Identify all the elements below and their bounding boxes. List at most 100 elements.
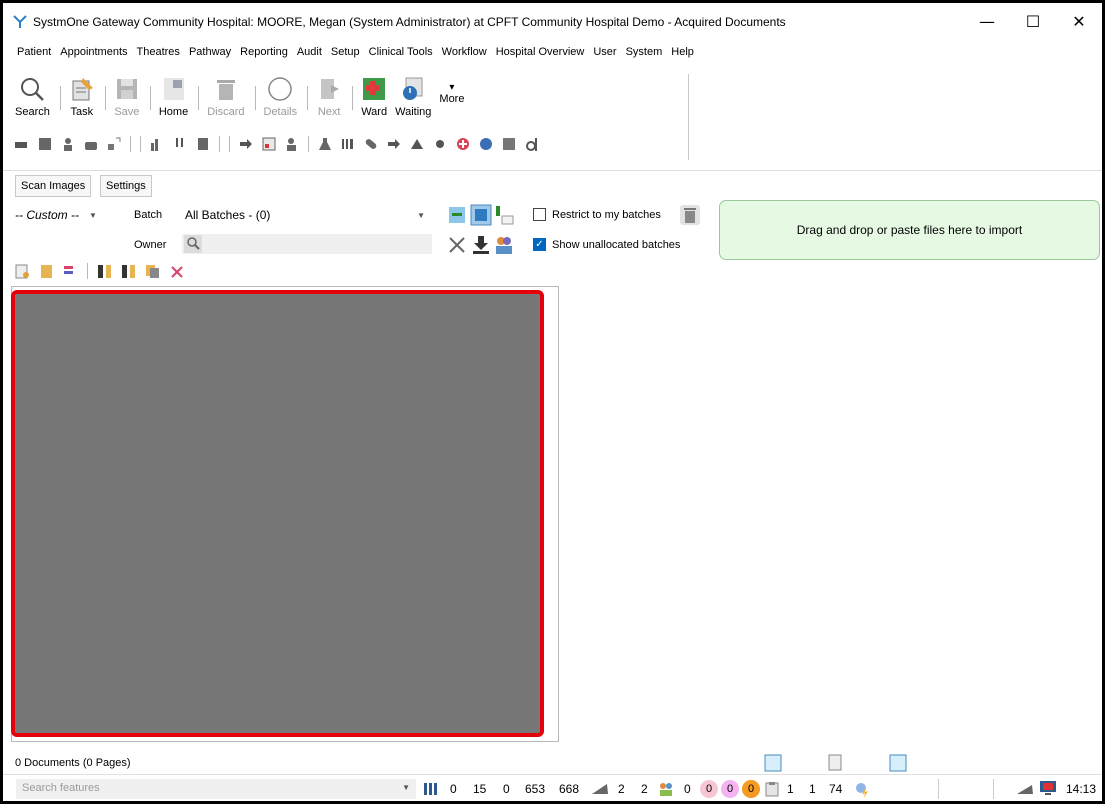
move-document-icon[interactable] <box>63 264 78 279</box>
add-batch-icon[interactable] <box>446 204 468 226</box>
toolbar-divider <box>352 86 354 110</box>
task-button[interactable]: Task <box>69 76 95 118</box>
ward-button[interactable]: Ward <box>361 76 387 118</box>
download-icon[interactable] <box>470 234 492 256</box>
triangle-icon[interactable] <box>410 137 424 151</box>
menu-system[interactable]: System <box>626 46 663 58</box>
next-button[interactable]: Next <box>316 76 342 118</box>
toolbar-divider <box>104 86 106 110</box>
show-unallocated-checkbox-box[interactable]: ✓ <box>533 238 546 251</box>
staff-icon[interactable] <box>285 137 299 151</box>
person-icon[interactable] <box>61 137 75 151</box>
pink-badge-1[interactable]: 0 <box>700 780 718 798</box>
maximize-button[interactable]: ☐ <box>1010 3 1056 40</box>
tab-strip: Scan Images Settings <box>3 170 1102 198</box>
clipboard-icon[interactable] <box>765 781 779 797</box>
more-button[interactable]: ▾ More <box>439 82 464 105</box>
weather-icon[interactable] <box>854 780 872 798</box>
import-icon[interactable] <box>889 754 907 772</box>
chart-icon[interactable] <box>150 137 164 151</box>
phone-icon[interactable] <box>84 137 98 151</box>
save-button[interactable]: Save <box>114 76 140 118</box>
bars-icon[interactable] <box>423 781 439 797</box>
tab-scan-images[interactable]: Scan Images <box>15 175 92 197</box>
waiting-icon <box>403 77 423 100</box>
toolbar-divider <box>229 136 230 152</box>
menu-reporting[interactable]: Reporting <box>240 46 288 58</box>
owner-field[interactable] <box>182 234 432 254</box>
dot-icon[interactable] <box>433 137 447 151</box>
view-document-icon[interactable] <box>15 264 30 279</box>
menu-hospital-overview[interactable]: Hospital Overview <box>496 46 585 58</box>
monitor-icon[interactable] <box>1039 780 1057 796</box>
search-icon[interactable] <box>184 235 202 253</box>
menu-user[interactable]: User <box>593 46 616 58</box>
close-button[interactable]: ✕ <box>1056 3 1102 40</box>
menu-workflow[interactable]: Workflow <box>442 46 487 58</box>
show-unallocated-batches-checkbox[interactable]: ✓ Show unallocated batches <box>533 238 680 251</box>
status-count-1: 0 <box>450 782 457 796</box>
merge-icon[interactable] <box>121 264 136 279</box>
flask-icon[interactable] <box>318 137 332 151</box>
menu-audit[interactable]: Audit <box>297 46 322 58</box>
search-features-input[interactable]: Search features ▼ <box>16 779 416 799</box>
discard-label: Discard <box>207 106 245 118</box>
sort-abc-icon[interactable] <box>493 204 515 226</box>
ambulance-icon[interactable] <box>15 137 29 151</box>
clear-icon[interactable] <box>446 234 468 256</box>
menu-patient[interactable]: Patient <box>17 46 51 58</box>
search-button[interactable]: Search <box>15 76 50 118</box>
scanner-small-icon[interactable] <box>1016 783 1034 795</box>
delete-batch-icon[interactable] <box>679 204 701 226</box>
orange-badge[interactable]: 0 <box>742 780 760 798</box>
restrict-to-my-batches-checkbox[interactable]: Restrict to my batches <box>533 208 661 221</box>
view-filter-select[interactable]: -- Custom -- ▼ <box>15 208 97 222</box>
users-icon[interactable] <box>493 234 515 256</box>
url-icon[interactable] <box>479 137 493 151</box>
home-button[interactable]: Home <box>159 76 188 118</box>
menu-bar: Patient Appointments Theatres Pathway Re… <box>3 40 1102 64</box>
tab-settings[interactable]: Settings <box>100 175 152 197</box>
discard-button[interactable]: Discard <box>207 76 245 118</box>
group-icon[interactable] <box>658 781 674 797</box>
minimize-button[interactable]: — <box>964 3 1010 40</box>
batch-list-icon[interactable] <box>470 204 492 226</box>
toolbar-divider <box>140 136 141 152</box>
pages-icon[interactable] <box>39 264 54 279</box>
document-view-icon[interactable] <box>827 754 845 772</box>
menu-help[interactable]: Help <box>671 46 694 58</box>
barcode-icon[interactable] <box>341 137 355 151</box>
document-icon[interactable] <box>196 137 210 151</box>
delete-pages-icon[interactable] <box>169 264 184 279</box>
expand-icon[interactable] <box>107 137 121 151</box>
details-button[interactable]: Details <box>264 76 297 118</box>
restrict-checkbox-box[interactable] <box>533 208 546 221</box>
copy-icon[interactable] <box>145 264 160 279</box>
drop-zone-text: Drag and drop or paste files here to imp… <box>796 223 1023 237</box>
grid-icon[interactable] <box>38 137 52 151</box>
grid-small-icon[interactable] <box>502 137 516 151</box>
forward-icon[interactable] <box>387 137 401 151</box>
upload-icon[interactable] <box>764 754 782 772</box>
pill-icon[interactable] <box>364 137 378 151</box>
menu-pathway[interactable]: Pathway <box>189 46 231 58</box>
d-icon[interactable] <box>525 137 539 151</box>
arrow-right-icon[interactable] <box>239 137 253 151</box>
file-drop-zone[interactable]: Drag and drop or paste files here to imp… <box>719 200 1100 260</box>
batch-select[interactable]: All Batches - (0) ▼ <box>179 204 431 226</box>
menu-setup[interactable]: Setup <box>331 46 360 58</box>
status-count-8: 0 <box>684 782 691 796</box>
toolbar-divider <box>130 136 131 152</box>
pink-badge-2[interactable]: 0 <box>721 780 739 798</box>
menu-appointments[interactable]: Appointments <box>60 46 127 58</box>
alert-icon[interactable] <box>173 137 187 151</box>
menu-clinical-tools[interactable]: Clinical Tools <box>369 46 433 58</box>
split-icon[interactable] <box>97 264 112 279</box>
more-label: More <box>439 93 465 105</box>
scanner-icon[interactable] <box>591 782 609 796</box>
plus-circle-icon[interactable] <box>456 137 470 151</box>
calendar-icon[interactable] <box>262 137 276 151</box>
menu-theatres[interactable]: Theatres <box>137 46 180 58</box>
toolbar-divider <box>219 136 220 152</box>
waiting-button[interactable]: Waiting <box>395 76 431 118</box>
